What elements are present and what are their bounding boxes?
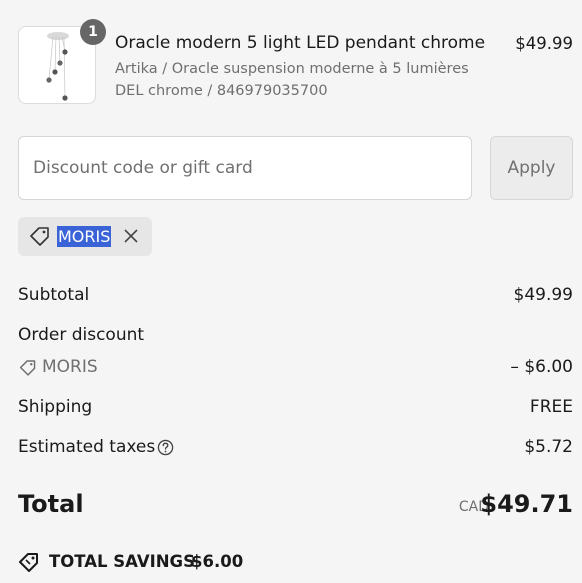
total-value: $49.71 xyxy=(480,490,573,518)
shipping-value: FREE xyxy=(529,397,573,417)
product-price: $49.99 xyxy=(515,34,573,53)
applied-discount-tag: MORIS xyxy=(18,217,152,256)
question-mark-icon[interactable] xyxy=(157,439,174,456)
shipping-label: Shipping xyxy=(18,397,93,417)
product-variant: Artika / Oracle suspension moderne à 5 l… xyxy=(115,61,469,99)
applied-discount-code: MORIS xyxy=(57,226,112,247)
product-title: Oracle modern 5 light LED pendant chrome xyxy=(115,33,486,53)
tag-icon xyxy=(30,227,49,246)
apply-button[interactable]: Apply xyxy=(490,136,573,200)
subtotal-label: Subtotal xyxy=(18,285,90,305)
discount-code-input[interactable]: Discount code or gift card xyxy=(18,136,472,200)
tag-icon xyxy=(19,360,36,376)
discount-value: – $6.00 xyxy=(510,357,573,377)
taxes-label: Estimated taxes xyxy=(18,437,156,457)
total-savings-value: $6.00 xyxy=(191,552,244,571)
total-label: Total xyxy=(18,490,84,518)
discount-code-label: MORIS xyxy=(42,357,98,377)
taxes-value: $5.72 xyxy=(524,437,573,457)
product-image: 1 xyxy=(18,19,106,104)
total-savings-label: TOTAL SAVINGS xyxy=(49,552,195,571)
order-discount-label: Order discount xyxy=(18,325,145,345)
quantity-badge: 1 xyxy=(80,19,106,45)
remove-discount-icon[interactable] xyxy=(122,227,140,245)
line-item: 1 Oracle modern 5 light LED pendant chro… xyxy=(18,19,573,106)
subtotal-value: $49.99 xyxy=(513,285,573,305)
savings-tag-icon xyxy=(19,553,38,572)
